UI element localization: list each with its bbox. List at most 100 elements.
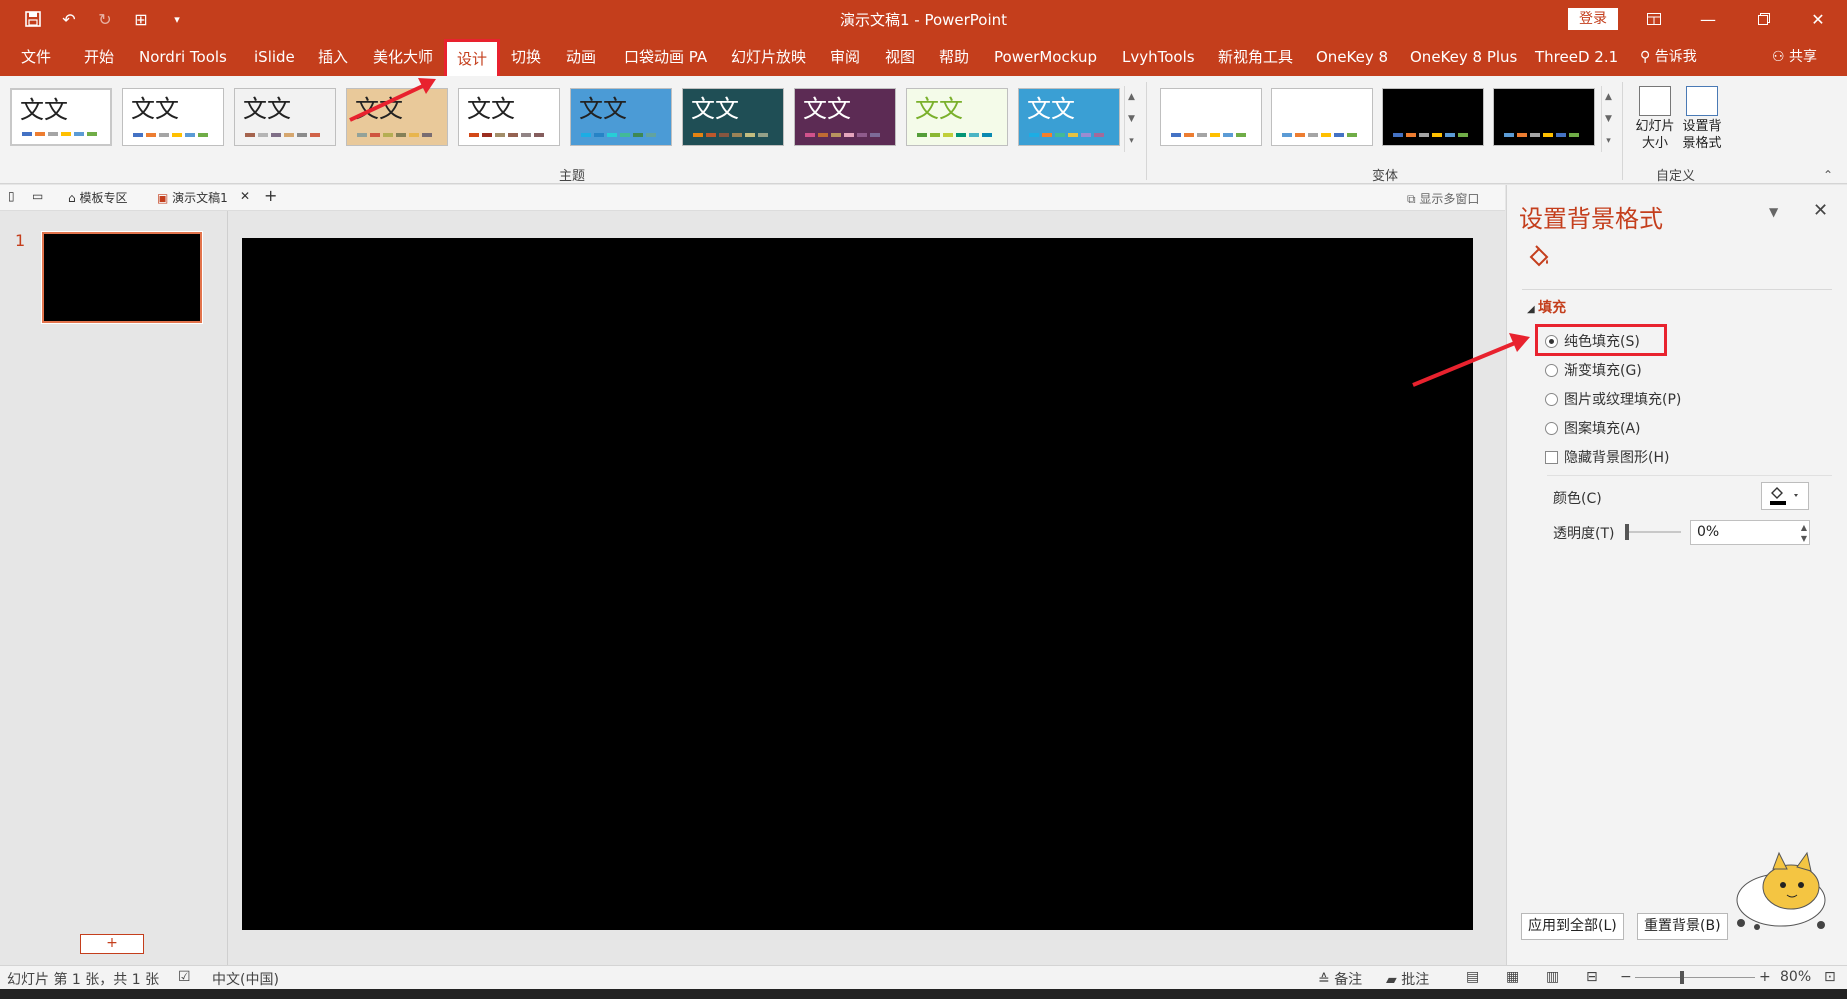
ribbon-display-icon[interactable] bbox=[1628, 0, 1680, 38]
tab-review[interactable]: 审阅 bbox=[830, 38, 860, 76]
expand-gallery-icon[interactable]: ▾ bbox=[1602, 130, 1615, 152]
tab-insert[interactable]: 插入 bbox=[318, 38, 348, 76]
tab-help[interactable]: 帮助 bbox=[939, 38, 969, 76]
language-indicator[interactable]: 中文(中国) bbox=[212, 969, 279, 989]
theme-color-swatches bbox=[693, 133, 768, 137]
theme-thumbnail[interactable]: 文文 bbox=[122, 88, 224, 146]
variant-thumbnail[interactable] bbox=[1493, 88, 1595, 146]
slide-size-label: 幻灯片大小 bbox=[1635, 119, 1675, 151]
comments-button[interactable]: ▰ 批注 bbox=[1386, 969, 1429, 989]
color-picker-button[interactable] bbox=[1761, 482, 1809, 510]
color-label: 颜色(C) bbox=[1553, 491, 1602, 507]
current-slide[interactable] bbox=[242, 238, 1473, 930]
fit-slide-icon[interactable]: ⊡ bbox=[1824, 969, 1836, 985]
variant-thumbnail[interactable] bbox=[1382, 88, 1484, 146]
multi-window-toggle[interactable]: ⧉ 显示多窗口 bbox=[1407, 190, 1479, 207]
tab-nordri-tools[interactable]: Nordri Tools bbox=[139, 38, 227, 76]
zoom-out-icon[interactable]: − bbox=[1620, 969, 1632, 985]
transparency-slider-thumb[interactable] bbox=[1625, 524, 1629, 540]
tab-onekey8[interactable]: OneKey 8 bbox=[1316, 38, 1388, 76]
tab-onekey8plus[interactable]: OneKey 8 Plus bbox=[1410, 38, 1517, 76]
close-tab-icon[interactable]: ✕ bbox=[240, 189, 250, 203]
picture-fill-radio[interactable] bbox=[1545, 392, 1558, 406]
theme-thumbnail[interactable]: 文文 bbox=[10, 88, 112, 146]
tab-islide[interactable]: iSlide bbox=[254, 38, 295, 76]
scroll-down-icon[interactable]: ▼ bbox=[1602, 108, 1615, 130]
reset-background-button[interactable]: 重置背景(B) bbox=[1637, 913, 1728, 940]
collapse-ribbon-icon[interactable]: ⌃ bbox=[1823, 168, 1833, 182]
pattern-fill-radio[interactable] bbox=[1545, 421, 1558, 435]
normal-view-icon[interactable]: ▤ bbox=[1466, 969, 1479, 985]
theme-color-swatches bbox=[22, 132, 97, 136]
fill-bucket-icon[interactable] bbox=[1525, 243, 1555, 273]
scroll-up-icon[interactable]: ▲ bbox=[1125, 86, 1138, 108]
maximize-icon[interactable] bbox=[1738, 0, 1790, 38]
folder-icon[interactable]: ▭ bbox=[32, 189, 43, 203]
expand-gallery-icon[interactable]: ▾ bbox=[1125, 130, 1138, 152]
zoom-level[interactable]: 80% bbox=[1780, 969, 1811, 985]
theme-thumbnail[interactable]: 文文 bbox=[682, 88, 784, 146]
pane-options-icon[interactable]: ▼ bbox=[1769, 205, 1778, 219]
notes-button[interactable]: ≙ 备注 bbox=[1318, 969, 1362, 989]
zoom-in-icon[interactable]: + bbox=[1759, 969, 1771, 985]
document-tab[interactable]: ▣ 演示文稿1 bbox=[157, 189, 228, 206]
tab-lvyhtools[interactable]: LvyhTools bbox=[1122, 38, 1195, 76]
spinner-icon[interactable]: ▲ ▼ bbox=[1801, 522, 1807, 544]
slide-size-button[interactable]: 幻灯片大小 bbox=[1634, 86, 1676, 152]
tab-pocket-animation[interactable]: 口袋动画 PA bbox=[624, 38, 707, 76]
hide-bg-graphics-checkbox[interactable] bbox=[1545, 450, 1558, 464]
tab-animations[interactable]: 动画 bbox=[566, 38, 596, 76]
zoom-slider-thumb[interactable] bbox=[1680, 971, 1684, 984]
theme-thumbnail[interactable]: 文文 bbox=[570, 88, 672, 146]
scroll-down-icon[interactable]: ▼ bbox=[1125, 108, 1138, 130]
add-slide-button[interactable]: + bbox=[80, 934, 144, 954]
picture-fill-option[interactable]: 图片或纹理填充(P) bbox=[1545, 389, 1681, 409]
tell-me-search[interactable]: ⚲ 告诉我 bbox=[1640, 38, 1697, 76]
theme-thumbnail[interactable]: 文文 bbox=[458, 88, 560, 146]
fill-section-header[interactable]: ◢ 填充 bbox=[1527, 297, 1566, 317]
apply-to-all-button[interactable]: 应用到全部(L) bbox=[1521, 913, 1624, 940]
variants-gallery-scroll[interactable]: ▲ ▼ ▾ bbox=[1601, 86, 1615, 152]
add-tab-icon[interactable]: + bbox=[264, 186, 277, 205]
tab-slideshow[interactable]: 幻灯片放映 bbox=[731, 38, 806, 76]
zoom-slider-track[interactable] bbox=[1635, 977, 1755, 978]
slideshow-view-icon[interactable]: ⊟ bbox=[1586, 969, 1598, 985]
slide-thumbnail[interactable] bbox=[42, 232, 202, 323]
spell-check-icon[interactable]: ☑ bbox=[178, 969, 191, 985]
slide-sorter-icon[interactable]: ▦ bbox=[1506, 969, 1519, 985]
minimize-icon[interactable]: — bbox=[1682, 0, 1734, 38]
variant-thumbnail[interactable] bbox=[1160, 88, 1262, 146]
share-button[interactable]: ⚇ 共享 bbox=[1772, 38, 1817, 76]
pattern-fill-option[interactable]: 图案填充(A) bbox=[1545, 418, 1641, 438]
theme-thumbnail[interactable]: 文文 bbox=[346, 88, 448, 146]
theme-thumbnail[interactable]: 文文 bbox=[1018, 88, 1120, 146]
themes-gallery-scroll[interactable]: ▲ ▼ ▾ bbox=[1124, 86, 1138, 152]
transparency-input[interactable]: 0% ▲ ▼ bbox=[1690, 520, 1810, 545]
close-icon[interactable]: ✕ bbox=[1792, 0, 1844, 38]
tab-threed[interactable]: ThreeD 2.1 bbox=[1535, 38, 1618, 76]
theme-thumbnail[interactable]: 文文 bbox=[794, 88, 896, 146]
tab-home[interactable]: 开始 bbox=[84, 38, 114, 76]
theme-thumbnail[interactable]: 文文 bbox=[906, 88, 1008, 146]
template-tab[interactable]: ⌂ 模板专区 bbox=[68, 189, 127, 206]
pane-close-icon[interactable]: ✕ bbox=[1813, 200, 1828, 221]
tab-new-perspective[interactable]: 新视角工具 bbox=[1218, 38, 1293, 76]
reading-view-icon[interactable]: ▥ bbox=[1546, 969, 1559, 985]
tab-powermockup[interactable]: PowerMockup bbox=[994, 38, 1097, 76]
format-background-icon bbox=[1686, 86, 1718, 116]
new-doc-icon[interactable]: ▯ bbox=[8, 189, 15, 203]
scroll-up-icon[interactable]: ▲ bbox=[1602, 86, 1615, 108]
tab-transitions[interactable]: 切换 bbox=[511, 38, 541, 76]
gradient-fill-radio[interactable] bbox=[1545, 363, 1558, 377]
format-background-button[interactable]: 设置背景格式 bbox=[1681, 86, 1723, 152]
variant-thumbnail[interactable] bbox=[1271, 88, 1373, 146]
hide-bg-graphics-option[interactable]: 隐藏背景图形(H) bbox=[1545, 447, 1669, 467]
theme-thumbnail[interactable]: 文文 bbox=[234, 88, 336, 146]
tab-beautify[interactable]: 美化大师 bbox=[373, 38, 433, 76]
transparency-slider-track[interactable] bbox=[1627, 531, 1681, 533]
login-button[interactable]: 登录 bbox=[1568, 8, 1618, 30]
gradient-fill-option[interactable]: 渐变填充(G) bbox=[1545, 360, 1642, 380]
tab-view[interactable]: 视图 bbox=[885, 38, 915, 76]
tab-file[interactable]: 文件 bbox=[21, 38, 51, 76]
tab-design[interactable]: 设计 bbox=[443, 39, 501, 79]
